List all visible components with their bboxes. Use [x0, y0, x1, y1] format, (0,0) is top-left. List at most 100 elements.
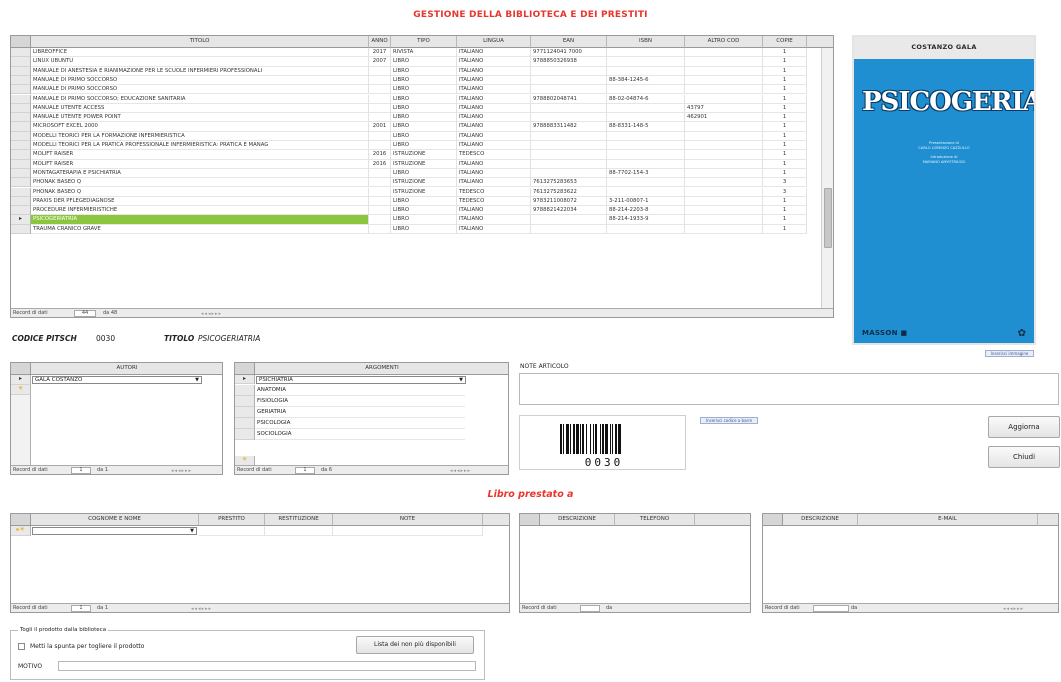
nav-record-input[interactable]: 1	[71, 605, 91, 612]
cell-copie[interactable]: 1	[763, 196, 807, 207]
cell-titolo[interactable]: MANUALE DI PRIMO SOCCORSO; EDUCAZIONE SA…	[31, 94, 369, 104]
cell-anno[interactable]	[369, 178, 391, 188]
col-header-autori[interactable]: AUTORI	[31, 363, 222, 375]
cell-altro-cod[interactable]	[685, 85, 763, 95]
cell-tipo[interactable]: RIVISTA	[391, 48, 457, 58]
nav-record-input[interactable]	[813, 605, 849, 612]
cell-altro-cod[interactable]: 462901	[685, 113, 763, 123]
cell-titolo[interactable]: PHONAK BASEO Q	[31, 178, 369, 188]
cell-isbn[interactable]	[607, 159, 685, 169]
row-selector[interactable]	[11, 66, 31, 76]
cell-isbn[interactable]	[607, 66, 685, 76]
cell-ean[interactable]: 9788883311482	[531, 122, 607, 132]
cell-titolo[interactable]: MOLIFT RAISER	[31, 150, 369, 160]
cell-altro-cod[interactable]	[685, 57, 763, 67]
cell-tipo[interactable]: LIBRO	[391, 131, 457, 141]
books-grid[interactable]: TITOLO ANNO TIPO LINGUA EAN ISBN ALTRO COD COPI…	[10, 35, 834, 318]
cell-copie[interactable]: 1	[763, 57, 807, 67]
cell-tipo[interactable]: LIBRO	[391, 224, 457, 234]
cell-ean[interactable]: 9783211008072	[531, 196, 607, 207]
cell-altro-cod[interactable]	[685, 215, 763, 225]
cell-lingua[interactable]: ITALIANO	[457, 103, 531, 114]
cell-isbn[interactable]	[607, 85, 685, 95]
cell-tipo[interactable]: LIBRO	[391, 196, 457, 207]
col-header-descrizione[interactable]: DESCRIZIONE	[540, 514, 615, 526]
row-selector[interactable]	[11, 103, 31, 114]
cell-titolo[interactable]: MONTAGATERAPIA E PSICHIATRIA	[31, 168, 369, 179]
cell-ean[interactable]: 9788821422034	[531, 206, 607, 216]
row-selector[interactable]: ▸	[11, 215, 31, 225]
col-header-descrizione[interactable]: DESCRIZIONE	[783, 514, 858, 526]
cell-tipo[interactable]: ISTRUZIONE	[391, 159, 457, 169]
chevron-down-icon[interactable]: ▼	[195, 377, 199, 384]
cell-copie[interactable]: 1	[763, 224, 807, 234]
cell-anno[interactable]: 2016	[369, 150, 391, 160]
cell-copie[interactable]: 1	[763, 122, 807, 132]
row-selector[interactable]	[11, 150, 31, 160]
chevron-down-icon[interactable]: ▼	[190, 528, 194, 535]
cell-titolo[interactable]: PRAXIS DER PFLEGEDIAGNOSE	[31, 196, 369, 207]
cell-tipo[interactable]: LIBRO	[391, 66, 457, 76]
cell-ean[interactable]	[531, 103, 607, 114]
cell-altro-cod[interactable]	[685, 66, 763, 76]
note-field[interactable]	[519, 373, 1059, 405]
cell-copie[interactable]: 1	[763, 150, 807, 160]
row-selector[interactable]	[11, 141, 31, 151]
cell-altro-cod[interactable]	[685, 94, 763, 104]
motivo-field[interactable]	[58, 661, 476, 671]
cell-lingua[interactable]: TEDESCO	[457, 187, 531, 197]
cell-titolo[interactable]: PHONAK BASEO Q	[31, 187, 369, 197]
cell-anno[interactable]	[369, 66, 391, 76]
cell-lingua[interactable]: ITALIANO	[457, 75, 531, 86]
nav-arrows[interactable]: ◂◂◂▸▸▸	[1003, 605, 1024, 612]
row-selector[interactable]	[235, 418, 255, 429]
col-header-titolo[interactable]: TITOLO	[31, 36, 369, 48]
cell-isbn[interactable]	[607, 150, 685, 160]
cell-isbn[interactable]	[607, 178, 685, 188]
cell-altro-cod[interactable]	[685, 187, 763, 197]
cell-copie[interactable]: 1	[763, 85, 807, 95]
cell-tipo[interactable]: LIBRO	[391, 85, 457, 95]
col-header-ean[interactable]: EAN	[531, 36, 607, 48]
nav-arrows[interactable]: ◂◂◂▸▸▸	[171, 467, 192, 474]
cell-anno[interactable]	[369, 187, 391, 197]
col-header-prestito[interactable]: PRESTITO	[199, 514, 265, 526]
cell-lingua[interactable]: ITALIANO	[457, 66, 531, 76]
cell-anno[interactable]	[369, 141, 391, 151]
col-header-restituzione[interactable]: RESTITUZIONE	[265, 514, 333, 526]
cell-altro-cod[interactable]	[685, 150, 763, 160]
cell-lingua[interactable]: ITALIANO	[457, 141, 531, 151]
cell-isbn[interactable]: 88-384-1245-6	[607, 75, 685, 86]
cell-copie[interactable]: 1	[763, 66, 807, 76]
cell-tipo[interactable]: LIBRO	[391, 168, 457, 179]
cell-isbn[interactable]: 88-02-04874-6	[607, 94, 685, 104]
nav-record-input[interactable]: 1	[295, 467, 315, 474]
cell-lingua[interactable]: ITALIANO	[457, 85, 531, 95]
cell-copie[interactable]: 1	[763, 113, 807, 123]
col-header-isbn[interactable]: ISBN	[607, 36, 685, 48]
cell-lingua[interactable]: ITALIANO	[457, 113, 531, 123]
lista-non-disponibili-button[interactable]: Lista dei non più disponibili	[356, 636, 474, 654]
cell-anno[interactable]: 2007	[369, 57, 391, 67]
cell-lingua[interactable]: ITALIANO	[457, 224, 531, 234]
cell-copie[interactable]: 1	[763, 94, 807, 104]
cell-ean[interactable]	[531, 168, 607, 179]
nav-record-input[interactable]: 1	[71, 467, 91, 474]
cell-tipo[interactable]: LIBRO	[391, 57, 457, 67]
email-grid[interactable]: DESCRIZIONE E-MAIL Record di dati da ◂◂◂…	[762, 513, 1059, 613]
argomento-item[interactable]: GERIATRIA	[255, 407, 465, 418]
cell-altro-cod[interactable]	[685, 224, 763, 234]
chiudi-button[interactable]: Chiudi	[988, 446, 1060, 468]
prestito-cell[interactable]	[199, 526, 265, 536]
cell-ean[interactable]	[531, 113, 607, 123]
col-header-lingua[interactable]: LINGUA	[457, 36, 531, 48]
note-cell[interactable]	[333, 526, 483, 536]
cell-titolo[interactable]: MANUALE UTENTE ACCESS	[31, 103, 369, 114]
cell-ean[interactable]	[531, 66, 607, 76]
cell-lingua[interactable]: ITALIANO	[457, 57, 531, 67]
cell-anno[interactable]	[369, 85, 391, 95]
cell-isbn[interactable]	[607, 48, 685, 58]
cell-anno[interactable]	[369, 168, 391, 179]
nav-arrows[interactable]: ◂◂◂▸▸▸	[450, 467, 471, 474]
cell-titolo[interactable]: TRAUMA CRANICO GRAVE	[31, 224, 369, 234]
